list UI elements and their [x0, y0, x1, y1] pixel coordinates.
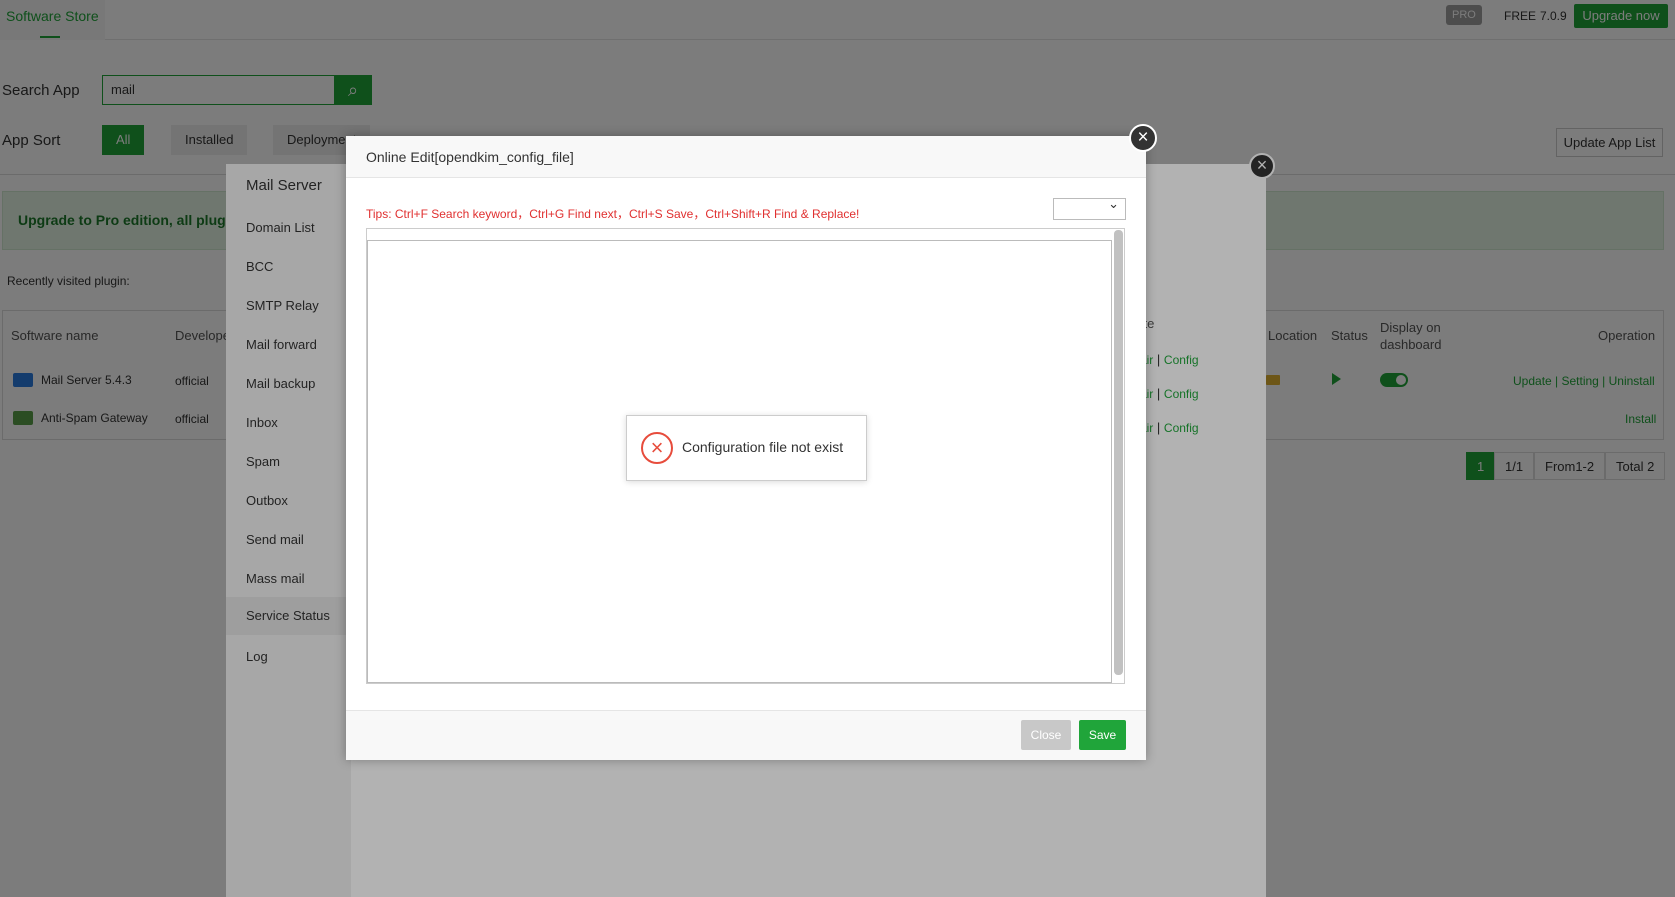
- error-icon: ×: [641, 432, 673, 464]
- toast-message: Configuration file not exist: [682, 439, 844, 455]
- save-button[interactable]: Save: [1079, 720, 1126, 750]
- close-icon[interactable]: ×: [1129, 124, 1157, 152]
- dialog-title: Online Edit[opendkim_config_file]: [366, 149, 574, 165]
- close-button[interactable]: Close: [1021, 720, 1071, 750]
- encoding-select[interactable]: [1053, 196, 1126, 220]
- editor-tips: Tips: Ctrl+F Search keyword，Ctrl+G Find …: [366, 207, 860, 221]
- editor-scrollbar[interactable]: [1114, 230, 1123, 675]
